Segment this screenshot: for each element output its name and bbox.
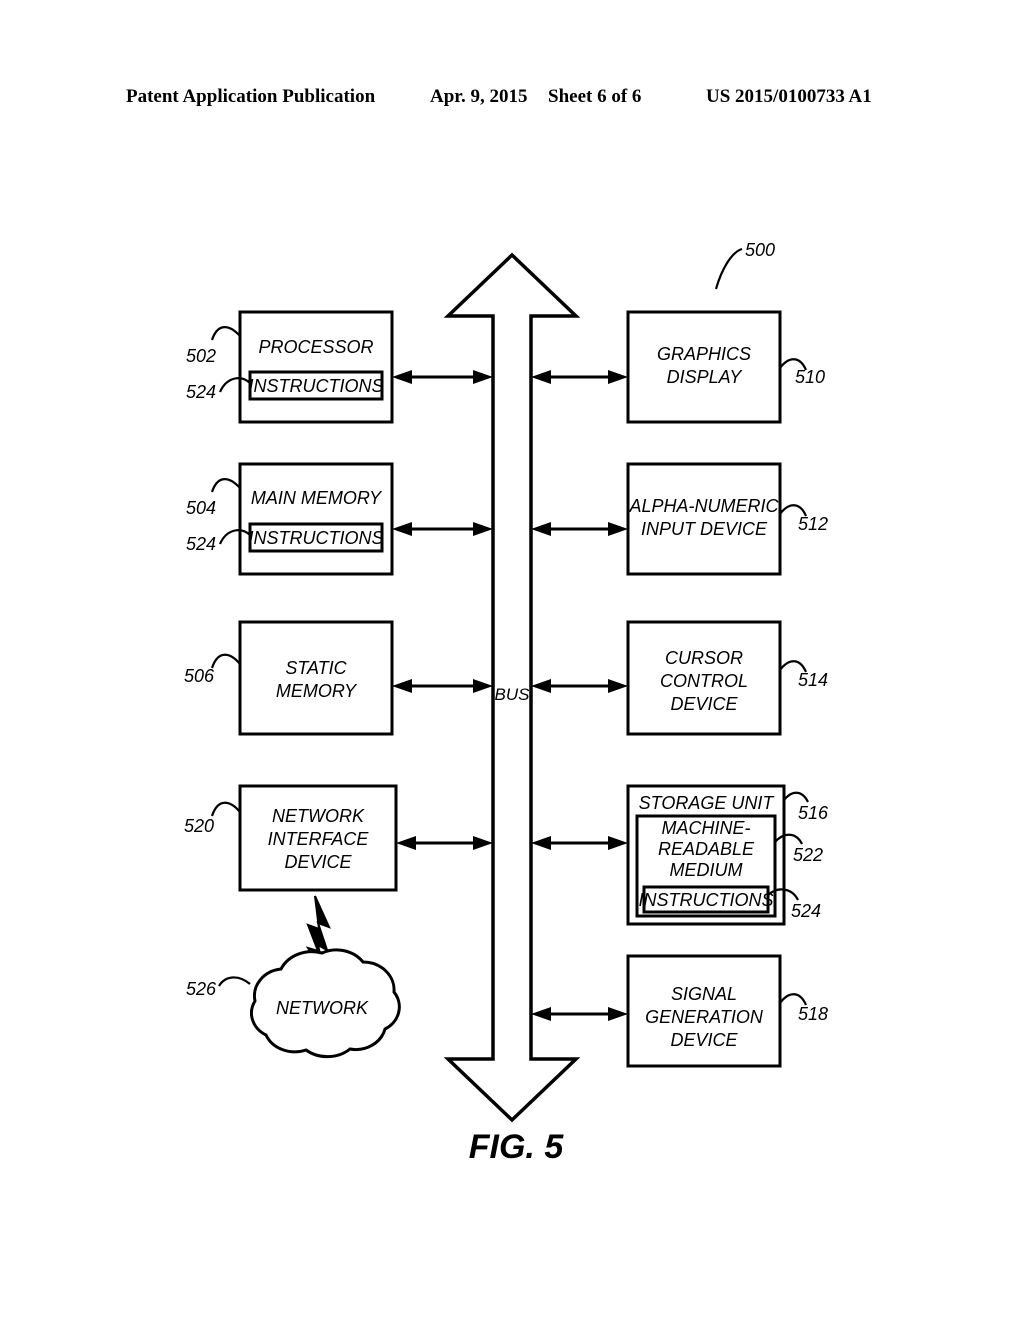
- connector-processor-bus: [392, 370, 493, 384]
- main-memory-label: MAIN MEMORY: [251, 488, 383, 508]
- storage-instructions-ref-number: 524: [791, 901, 821, 921]
- connector-main-memory-bus: [392, 522, 493, 536]
- processor-instructions-label: INSTRUCTIONS: [249, 376, 384, 396]
- main-memory-ref-number: 504: [186, 498, 216, 518]
- network-interface-label-line3: DEVICE: [284, 852, 352, 872]
- alpha-numeric-label-line2: INPUT DEVICE: [641, 519, 768, 539]
- network-interface-label-line1: NETWORK: [272, 806, 365, 826]
- alpha-numeric-label-line1: ALPHA-NUMERIC: [628, 496, 779, 516]
- graphics-display-ref-number: 510: [795, 367, 825, 387]
- processor-ref-leader: [210, 326, 241, 341]
- figure-caption: FIG. 5: [469, 1128, 565, 1166]
- signal-generation-label-line1: SIGNAL: [671, 984, 737, 1004]
- connector-network-interface-bus: [396, 836, 493, 850]
- machine-readable-medium-label-line1: MACHINE-: [662, 818, 751, 838]
- storage-unit-ref-leader: [783, 791, 809, 803]
- system-ref-number: 500: [745, 240, 775, 260]
- machine-readable-medium-ref-number: 522: [793, 845, 823, 865]
- bus-label: BUS: [495, 685, 531, 704]
- connector-bus-graphics-display: [531, 370, 628, 384]
- connector-bus-storage-unit: [531, 836, 628, 850]
- storage-unit-label: STORAGE UNIT: [639, 793, 776, 813]
- network-cloud-ref-number: 526: [186, 979, 217, 999]
- main-memory-instructions-label: INSTRUCTIONS: [249, 528, 384, 548]
- static-memory-label-line1: STATIC: [285, 658, 347, 678]
- cursor-control-label-line1: CURSOR: [665, 648, 743, 668]
- patent-figure-5: BUS 500 PROCESSOR INSTRUCTIONS 502 524 G…: [184, 240, 829, 1166]
- graphics-display-label-line1: GRAPHICS: [657, 344, 751, 364]
- processor-instructions-ref-number: 524: [186, 382, 216, 402]
- signal-generation-ref-number: 518: [798, 1004, 828, 1024]
- system-ref-leader: [714, 247, 743, 290]
- static-memory-label-line2: MEMORY: [276, 681, 358, 701]
- machine-readable-medium-label-line3: MEDIUM: [670, 860, 743, 880]
- alpha-numeric-ref-number: 512: [798, 514, 828, 534]
- graphics-display-label-line2: DISPLAY: [667, 367, 744, 387]
- static-memory-ref-number: 506: [184, 666, 215, 686]
- connector-bus-signal-generation: [531, 1007, 628, 1021]
- signal-generation-label-line3: DEVICE: [670, 1030, 738, 1050]
- network-cloud-ref-leader: [218, 976, 251, 987]
- storage-instructions-label: INSTRUCTIONS: [639, 890, 774, 910]
- cursor-control-ref-number: 514: [798, 670, 828, 690]
- processor-ref-number: 502: [186, 346, 216, 366]
- storage-unit-ref-number: 516: [798, 803, 829, 823]
- main-memory-instructions-ref-number: 524: [186, 534, 216, 554]
- cursor-control-label-line3: DEVICE: [670, 694, 738, 714]
- network-interface-label-line2: INTERFACE: [268, 829, 370, 849]
- signal-generation-label-line2: GENERATION: [645, 1007, 764, 1027]
- connector-static-memory-bus: [392, 679, 493, 693]
- processor-block: [238, 310, 394, 424]
- network-cloud-label: NETWORK: [276, 998, 369, 1018]
- static-memory-ref-leader: [210, 653, 241, 669]
- connector-bus-alpha-numeric: [531, 522, 628, 536]
- main-memory-ref-leader: [210, 478, 241, 493]
- machine-readable-medium-label-line2: READABLE: [658, 839, 755, 859]
- connector-bus-cursor-control: [531, 679, 628, 693]
- static-memory-block: [238, 620, 394, 736]
- network-interface-ref-leader: [210, 801, 241, 817]
- main-memory-block: [238, 462, 394, 576]
- cursor-control-label-line2: CONTROL: [660, 671, 748, 691]
- processor-label: PROCESSOR: [258, 337, 373, 357]
- network-interface-ref-number: 520: [184, 816, 214, 836]
